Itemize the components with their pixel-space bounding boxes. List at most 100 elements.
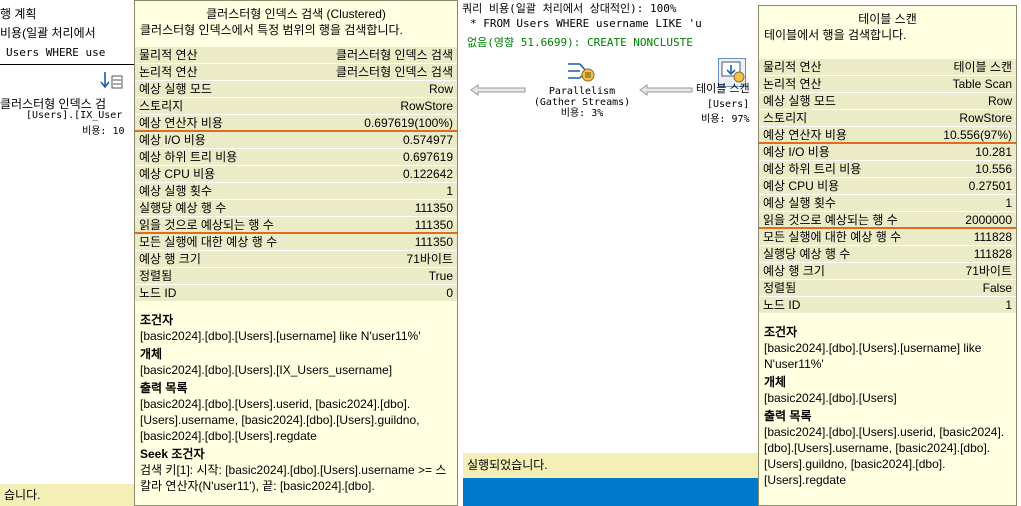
property-label: 읽을 것으로 예상되는 행 수 xyxy=(763,213,898,227)
property-row: 예상 실행 모드 Row xyxy=(135,81,457,98)
property-label: 예상 CPU 비용 xyxy=(139,167,216,181)
property-label: 논리적 연산 xyxy=(139,65,198,79)
property-value: 0.574977 xyxy=(402,133,453,147)
property-label: 실행당 예상 행 수 xyxy=(139,201,227,215)
property-rows: 물리적 연산 테이블 스캔논리적 연산 Table Scan 예상 실행 모드 Row 스… xyxy=(759,59,1016,314)
object-section: 개체 [basic2024].[dbo].[Users] xyxy=(764,375,897,405)
seek-predicate-section: Seek 조건자 검색 키[1]: 시작: [basic2024].[dbo].… xyxy=(140,447,447,493)
property-value: 0 xyxy=(446,286,453,300)
tooltip-title: 클러스터형 인덱스 검색 (Clustered) xyxy=(206,7,386,21)
property-rows: 물리적 연산 클러스터형 인덱스 검색 논리적 연산 클러스터형 인덱스 검색예상 실… xyxy=(135,47,457,302)
table-scan-object: [Users] xyxy=(707,99,750,110)
property-value: 111828 xyxy=(973,247,1012,261)
property-value: Row xyxy=(987,94,1012,108)
property-row: 실행당 예상 행 수 111828 xyxy=(759,246,1016,263)
output-list-section: 출력 목록 [basic2024].[dbo].[Users].userid, … xyxy=(140,381,420,443)
property-value: 0.697619 xyxy=(402,150,453,164)
property-label: 노드 ID xyxy=(139,286,177,300)
property-label: 논리적 연산 xyxy=(763,77,822,91)
property-value: 0.697619(100%) xyxy=(364,116,453,130)
property-value: 10.556(97%) xyxy=(943,128,1012,142)
property-row: 예상 하위 트리 비용 10.556 xyxy=(759,161,1016,178)
property-label: 예상 행 크기 xyxy=(763,264,825,278)
property-value: 71바이트 xyxy=(965,264,1012,278)
property-row: 노드 ID 1 xyxy=(759,297,1016,314)
clustered-index-seek-icon[interactable] xyxy=(100,70,126,95)
output-list-section: 출력 목록 [basic2024].[dbo].[Users].userid, … xyxy=(764,409,1005,487)
parallelism-label: Parallelism (Gather Streams) 비용: 3% xyxy=(533,86,631,119)
property-label: 예상 실행 횟수 xyxy=(763,196,836,210)
property-label: 예상 하위 트리 비용 xyxy=(139,150,238,164)
flow-arrow-right xyxy=(639,84,693,99)
missing-index-hint[interactable]: 없음(영향 51.6699): CREATE NONCLUSTE xyxy=(467,34,693,50)
execution-plan-tab[interactable]: 행 계획 xyxy=(0,5,36,22)
property-label: 모든 실행에 대한 예상 행 수 xyxy=(763,230,902,244)
property-label: 스토리지 xyxy=(139,99,184,113)
property-row: 예상 하위 트리 비용 0.697619 xyxy=(135,149,457,166)
property-row: 스토리지 RowStore xyxy=(759,110,1016,127)
property-label: 예상 연산자 비용 xyxy=(763,128,847,142)
table-scan-tooltip: 테이블 스캔 테이블에서 행을 검색합니다. 물리적 연산 테이블 스캔 논리적 연… xyxy=(758,5,1017,506)
property-value: 111350 xyxy=(414,218,453,232)
property-value: RowStore xyxy=(959,111,1012,125)
property-value: Table Scan xyxy=(952,77,1012,91)
property-value: RowStore xyxy=(400,99,453,113)
query-text-left: Users WHERE use xyxy=(6,46,106,59)
property-row: 예상 연산자 비용 0.697619(100%) xyxy=(135,115,457,132)
property-label: 예상 I/O 비용 xyxy=(139,133,206,147)
parallelism-icon[interactable] xyxy=(566,58,596,87)
property-label: 예상 I/O 비용 xyxy=(763,145,830,159)
property-value: False xyxy=(982,281,1012,295)
predicate-section: 조건자 [basic2024].[dbo].[Users].[username]… xyxy=(140,313,421,343)
property-row: 읽을 것으로 예상되는 행 수 111350 xyxy=(135,217,457,234)
property-label: 정렬됨 xyxy=(763,281,797,295)
property-label: 예상 실행 횟수 xyxy=(139,184,212,198)
property-row: 예상 실행 횟수 1 xyxy=(759,195,1016,212)
property-value: Row xyxy=(428,82,453,96)
query-cost-text-left: 비용(일괄 처리에서 xyxy=(0,26,96,40)
property-value: 111350 xyxy=(414,235,453,249)
property-value: 1 xyxy=(446,184,453,198)
property-row: 예상 I/O 비용 0.574977 xyxy=(135,132,457,149)
property-label: 물리적 연산 xyxy=(763,60,822,74)
status-bar-mid: 실행되었습니다. xyxy=(463,453,759,478)
property-label: 모든 실행에 대한 예상 행 수 xyxy=(139,235,278,249)
property-row: 예상 행 크기 71바이트 xyxy=(759,263,1016,280)
property-row: 모든 실행에 대한 예상 행 수 111828 xyxy=(759,229,1016,246)
flow-arrow-left xyxy=(470,84,526,99)
property-row: 물리적 연산 클러스터형 인덱스 검색 xyxy=(135,47,457,64)
property-label: 실행당 예상 행 수 xyxy=(763,247,851,261)
clustered-index-seek-tooltip: 클러스터형 인덱스 검색 (Clustered) 클러스터형 인덱스에서 특정 … xyxy=(134,0,458,506)
predicate-section: 조건자 [basic2024].[dbo].[Users].[username]… xyxy=(764,325,982,371)
property-row: 정렬됨 False xyxy=(759,280,1016,297)
property-value: 0.122642 xyxy=(402,167,453,181)
property-row: 물리적 연산 테이블 스캔 xyxy=(759,59,1016,76)
property-value: 테이블 스캔 xyxy=(953,60,1012,74)
property-row: 스토리지 RowStore xyxy=(135,98,457,115)
property-row: 예상 CPU 비용 0.122642 xyxy=(135,166,457,183)
property-label: 물리적 연산 xyxy=(139,48,198,62)
property-value: 111350 xyxy=(414,201,453,215)
property-value: 10.281 xyxy=(975,145,1012,159)
property-row: 정렬됨 True xyxy=(135,268,457,285)
property-row: 예상 실행 모드 Row xyxy=(759,93,1016,110)
property-value: 111828 xyxy=(973,230,1012,244)
property-row: 모든 실행에 대한 예상 행 수 111350 xyxy=(135,234,457,251)
property-label: 노드 ID xyxy=(763,298,801,312)
status-bar-left: 습니다. xyxy=(0,484,134,506)
tooltip-description: 테이블에서 행을 검색합니다. xyxy=(764,28,907,42)
property-value: 1 xyxy=(1005,298,1012,312)
property-row: 읽을 것으로 예상되는 행 수 2000000 xyxy=(759,212,1016,229)
divider-left xyxy=(0,64,134,65)
property-row: 예상 행 크기 71바이트 xyxy=(135,251,457,268)
table-scan-cost: 비용: 97% xyxy=(701,114,750,125)
property-value: 10.556 xyxy=(975,162,1012,176)
property-label: 예상 하위 트리 비용 xyxy=(763,162,862,176)
left-operator-object: [Users].[IX_User xyxy=(26,110,123,121)
property-value: 1 xyxy=(1005,196,1012,210)
object-section: 개체 [basic2024].[dbo].[Users].[IX_Users_u… xyxy=(140,347,393,377)
property-value: 클러스터형 인덱스 검색 xyxy=(335,48,453,62)
property-label: 정렬됨 xyxy=(139,269,173,283)
property-row: 예상 CPU 비용 0.27501 xyxy=(759,178,1016,195)
property-value: 2000000 xyxy=(965,213,1012,227)
